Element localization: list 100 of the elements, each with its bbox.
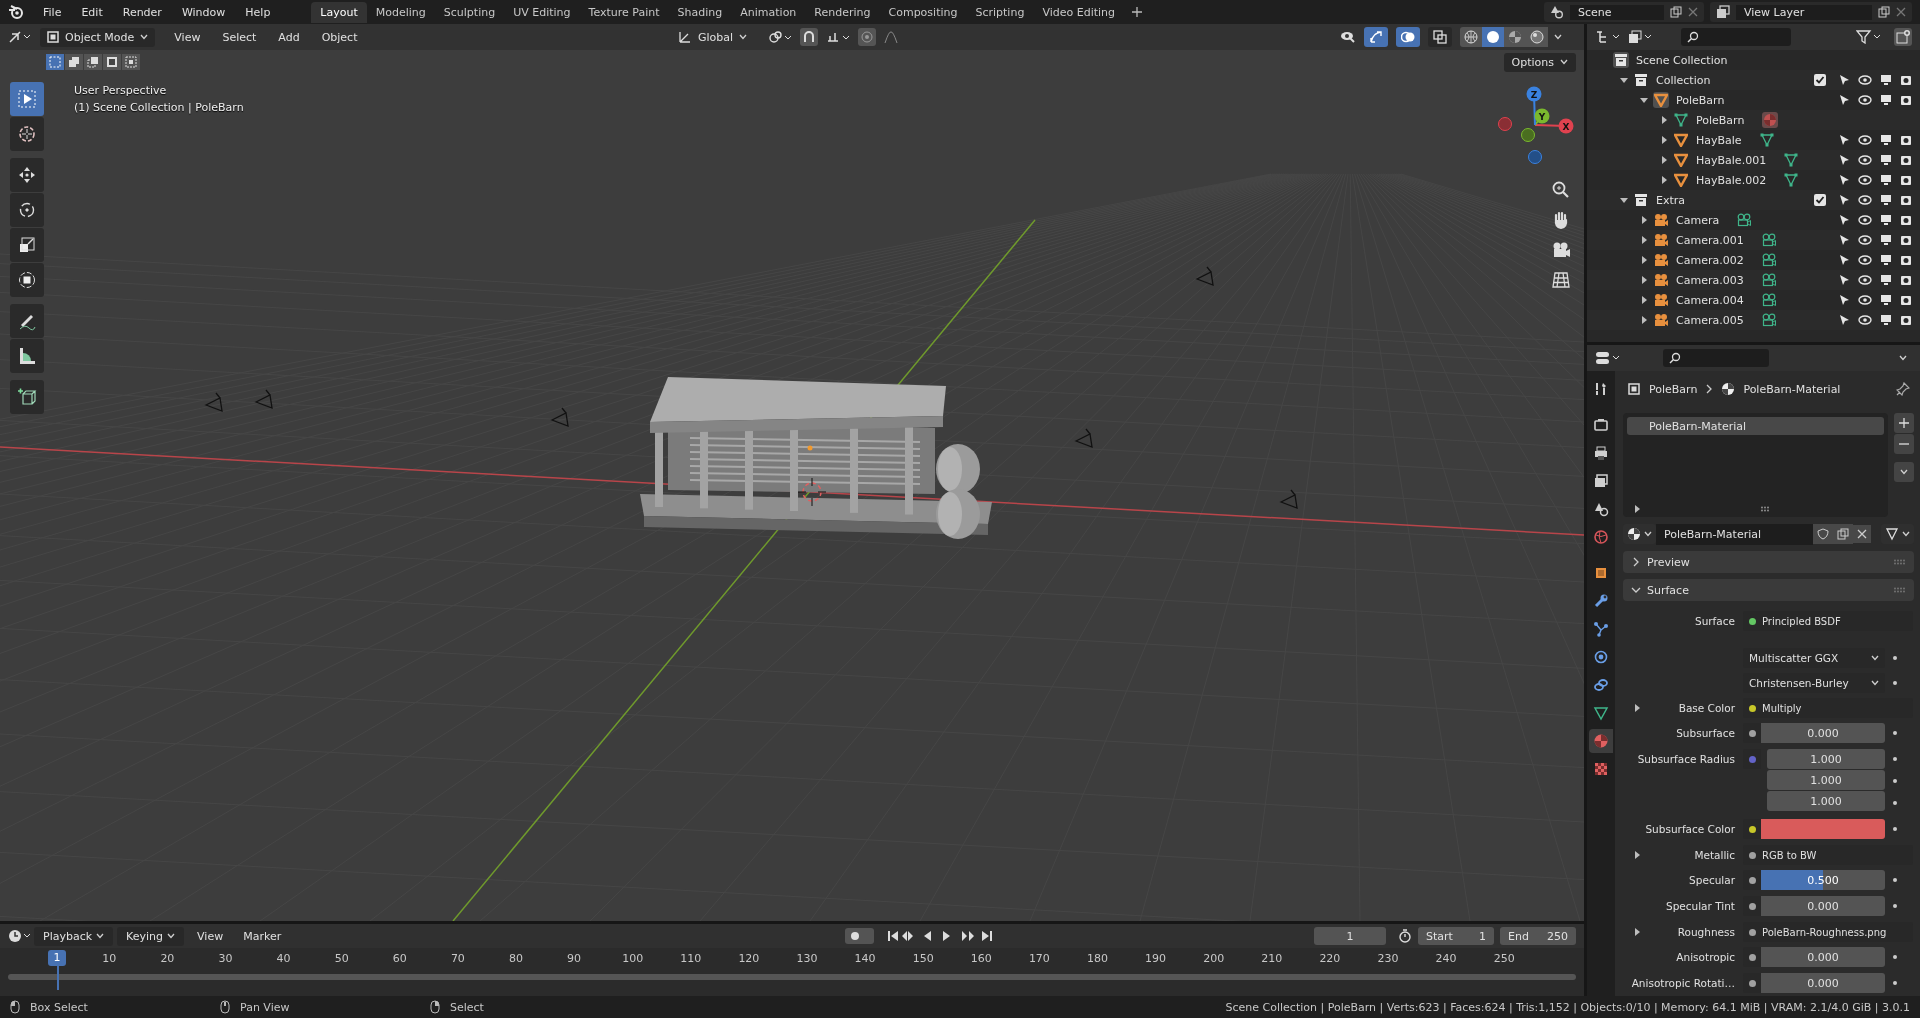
node-link-field[interactable]: Multiply bbox=[1743, 698, 1913, 718]
workspace-tab[interactable]: Animation bbox=[731, 1, 806, 23]
keyframe-dot[interactable] bbox=[1893, 731, 1897, 735]
node-link-field[interactable]: RGB to BW bbox=[1743, 845, 1913, 865]
keyframe-dot[interactable] bbox=[1893, 681, 1897, 685]
socket-dot[interactable] bbox=[1748, 825, 1756, 833]
keyframe-dot[interactable] bbox=[1893, 779, 1897, 783]
eye-icon[interactable] bbox=[1858, 95, 1872, 105]
expand-arrow-icon[interactable] bbox=[1620, 76, 1628, 84]
eye-icon[interactable] bbox=[1858, 175, 1872, 185]
editor-type-icon[interactable] bbox=[8, 30, 30, 44]
select-arrow-icon[interactable] bbox=[1838, 154, 1850, 166]
drag-handle-icon[interactable] bbox=[1894, 587, 1906, 593]
monitor-icon[interactable] bbox=[1880, 94, 1892, 106]
monitor-icon[interactable] bbox=[1880, 234, 1892, 246]
end-frame-field[interactable]: End 250 bbox=[1500, 927, 1576, 945]
material-badge[interactable] bbox=[1762, 112, 1779, 128]
filter-icon[interactable] bbox=[1856, 30, 1882, 44]
overlays-toggle[interactable] bbox=[1396, 27, 1420, 47]
triangle-mesh-icon[interactable] bbox=[1759, 133, 1774, 147]
monitor-icon[interactable] bbox=[1880, 294, 1892, 306]
workspace-tab[interactable]: UV Editing bbox=[504, 1, 580, 23]
menu-item[interactable]: View bbox=[188, 926, 233, 946]
workspace-tab[interactable]: Shading bbox=[668, 1, 732, 23]
select-arrow-icon[interactable] bbox=[1838, 194, 1850, 206]
slider-field[interactable]: 0.500 bbox=[1761, 870, 1885, 890]
menu-item[interactable]: Marker bbox=[234, 926, 291, 946]
keyframe-dot[interactable] bbox=[1893, 981, 1897, 985]
workspace-tab[interactable]: Video Editing bbox=[1033, 1, 1125, 23]
menu-item[interactable]: Playback bbox=[34, 926, 114, 946]
fake-user-button[interactable] bbox=[1813, 524, 1833, 544]
monitor-icon[interactable] bbox=[1880, 174, 1892, 186]
keyframe-dot[interactable] bbox=[1893, 955, 1897, 959]
number-field[interactable]: 0.000 bbox=[1761, 896, 1885, 916]
add-slot-button[interactable] bbox=[1894, 413, 1914, 433]
socket-dot[interactable] bbox=[1748, 876, 1756, 884]
workspace-tab[interactable]: Compositing bbox=[879, 1, 967, 23]
search-field[interactable] bbox=[1681, 28, 1791, 46]
dropdown-field[interactable]: Christensen-Burley bbox=[1743, 673, 1885, 693]
snap-target-icon[interactable] bbox=[826, 30, 851, 44]
camera-icon[interactable] bbox=[1900, 254, 1912, 266]
expand-arrow-icon[interactable] bbox=[1660, 136, 1668, 144]
socket-dot[interactable] bbox=[1748, 979, 1756, 987]
number-field[interactable]: 0.000 bbox=[1761, 723, 1885, 743]
material-slot[interactable]: PoleBarn-Material bbox=[1627, 417, 1884, 435]
remove-slot-button[interactable] bbox=[1894, 434, 1914, 454]
monitor-icon[interactable] bbox=[1880, 134, 1892, 146]
workspace-tab[interactable]: Rendering bbox=[805, 1, 880, 23]
drag-handle-icon[interactable] bbox=[1894, 559, 1906, 565]
select-arrow-icon[interactable] bbox=[1838, 94, 1850, 106]
monitor-icon[interactable] bbox=[1880, 254, 1892, 266]
expand-arrow-icon[interactable] bbox=[1640, 96, 1648, 104]
display-mode-icon[interactable] bbox=[1627, 30, 1653, 44]
expand-arrow-icon[interactable] bbox=[1633, 505, 1641, 513]
select-arrow-icon[interactable] bbox=[1838, 134, 1850, 146]
outliner-item[interactable]: PoleBarn bbox=[1676, 93, 1725, 107]
number-field[interactable]: 0.000 bbox=[1761, 973, 1885, 993]
camera-icon[interactable] bbox=[1900, 174, 1912, 186]
menu-item[interactable]: Object bbox=[312, 27, 367, 47]
socket-dot[interactable] bbox=[1748, 755, 1756, 763]
outliner-item[interactable]: Camera.005 bbox=[1676, 313, 1744, 327]
clock-icon[interactable] bbox=[8, 929, 32, 943]
falloff-curve-icon[interactable] bbox=[884, 30, 899, 44]
camera-icon[interactable] bbox=[1900, 154, 1912, 166]
outliner-item[interactable]: Scene Collection bbox=[1636, 53, 1728, 67]
number-field[interactable]: 1.000 bbox=[1767, 791, 1885, 811]
eye-icon[interactable] bbox=[1858, 295, 1872, 305]
shading-button[interactable] bbox=[1482, 27, 1504, 47]
camera-icon[interactable] bbox=[1900, 314, 1912, 326]
record-button[interactable] bbox=[845, 928, 874, 944]
eye-icon[interactable] bbox=[1858, 155, 1872, 165]
menu-item[interactable]: Window bbox=[172, 2, 235, 22]
camera-icon[interactable] bbox=[1900, 234, 1912, 246]
monitor-icon[interactable] bbox=[1880, 274, 1892, 286]
close-icon[interactable] bbox=[1896, 7, 1906, 17]
film-camera-icon[interactable] bbox=[1551, 240, 1571, 260]
monitor-icon[interactable] bbox=[1880, 74, 1892, 86]
outliner-item[interactable]: Extra bbox=[1656, 193, 1686, 207]
tool-button[interactable] bbox=[10, 228, 44, 262]
workspace-tab[interactable]: Sculpting bbox=[434, 1, 505, 23]
magnet-icon[interactable] bbox=[800, 28, 819, 46]
current-frame-field[interactable]: 1 bbox=[1314, 927, 1386, 945]
checkbox[interactable] bbox=[1814, 194, 1826, 206]
search-field[interactable] bbox=[1663, 349, 1769, 367]
tool-button[interactable] bbox=[10, 263, 44, 297]
copy-icon[interactable] bbox=[1878, 6, 1890, 18]
properties-type-icon[interactable] bbox=[1595, 351, 1621, 365]
mode-dropdown[interactable]: Object Mode bbox=[40, 27, 156, 47]
camera-icon[interactable] bbox=[1900, 134, 1912, 146]
menu-item[interactable]: View bbox=[165, 27, 210, 47]
select-arrow-icon[interactable] bbox=[1838, 174, 1850, 186]
select-arrow-icon[interactable] bbox=[1838, 74, 1850, 86]
tool-button[interactable] bbox=[10, 193, 44, 227]
socket-dot[interactable] bbox=[1748, 953, 1756, 961]
socket-dot[interactable] bbox=[1748, 729, 1756, 737]
shading-button[interactable] bbox=[1504, 27, 1526, 47]
dropdown-field[interactable]: Multiscatter GGX bbox=[1743, 648, 1885, 668]
copy-icon[interactable] bbox=[1670, 6, 1682, 18]
camera-icon[interactable] bbox=[1900, 214, 1912, 226]
socket-dot[interactable] bbox=[1748, 902, 1756, 910]
